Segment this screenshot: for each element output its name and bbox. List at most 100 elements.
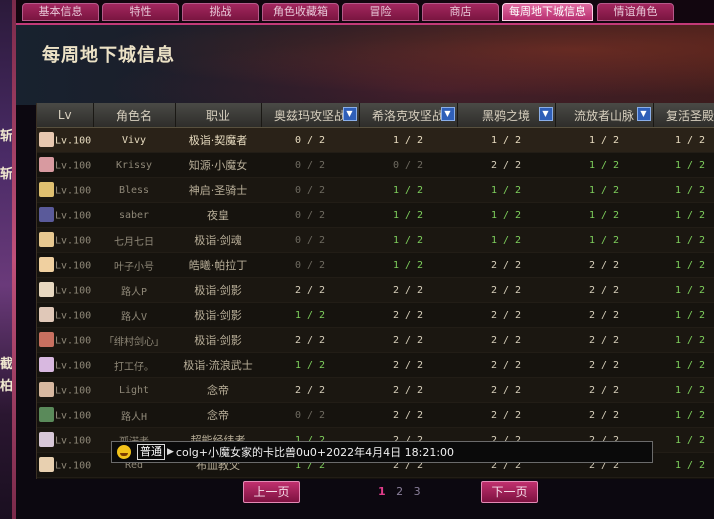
cell-level: Lv.100 [37, 427, 93, 453]
level-text: Lv.100 [55, 160, 92, 171]
column-header-sirocco[interactable]: 希洛克攻坚战 ▼ [359, 103, 458, 128]
cell-character-name: 路人H [93, 402, 175, 428]
cell-character-name: Krissy [93, 152, 175, 178]
triangle-right-icon: ▶ [167, 447, 174, 457]
table-row[interactable]: Lv.100 路人P 极诣·剑影 2 / 22 / 22 / 22 / 21 / 2 [37, 277, 714, 303]
cell-black-crow: 2 / 2 [457, 302, 555, 328]
page-header: 每周地下城信息 [16, 25, 714, 105]
cell-exile-mountains: 1 / 2 [555, 152, 653, 178]
table-row[interactable]: Lv.100 路人V 极诣·剑影 1 / 22 / 22 / 22 / 21 / 2 [37, 302, 714, 328]
table-row[interactable]: Lv.100 叶子小号 皓曦·帕拉丁 0 / 21 / 22 / 22 / 21 / … [37, 252, 714, 278]
tab-adventure[interactable]: 冒险 [342, 3, 419, 21]
level-text: Lv.100 [55, 460, 92, 471]
level-text: Lv.100 [55, 310, 92, 321]
dropdown-arrow-icon[interactable]: ▼ [636, 107, 651, 121]
cell-job: 念帝 [175, 402, 261, 428]
cell-black-crow: 2 / 2 [457, 377, 555, 403]
column-header-name: 角色名 [93, 103, 176, 128]
page-title: 每周地下城信息 [42, 45, 175, 66]
tab-traits[interactable]: 特性 [102, 3, 179, 21]
page-number[interactable]: 1 [378, 485, 386, 498]
table-row[interactable]: Lv.100 saber 夜皇 0 / 21 / 21 / 21 / 21 / 2 [37, 202, 714, 228]
level-text: Lv.100 [55, 410, 92, 421]
table-row[interactable]: Lv.100 Light 念帝 2 / 22 / 22 / 22 / 21 / 2 [37, 377, 714, 403]
dropdown-arrow-icon[interactable]: ▼ [342, 107, 357, 121]
dropdown-arrow-icon[interactable]: ▼ [538, 107, 553, 121]
cell-ozma: 2 / 2 [261, 377, 359, 403]
cell-character-name: 叶子小号 [93, 252, 175, 278]
cell-character-name: 路人P [93, 277, 175, 303]
level-text: Lv.100 [55, 335, 92, 346]
cell-resurrection-temple: 1 / 2 [653, 352, 714, 378]
chat-channel-badge[interactable]: 普通 [137, 444, 165, 460]
cell-ozma: 0 / 2 [261, 202, 359, 228]
tab-bond-characters[interactable]: 情谊角色 [597, 3, 674, 21]
cell-level: Lv.100 [37, 277, 93, 303]
cell-black-crow: 2 / 2 [457, 252, 555, 278]
level-text: Lv.100 [55, 435, 92, 446]
cell-exile-mountains: 2 / 2 [555, 352, 653, 378]
page-number[interactable]: 3 [414, 485, 421, 498]
level-text: Lv.100 [55, 260, 92, 271]
tab-challenge[interactable]: 挑战 [182, 3, 259, 21]
cell-black-crow: 2 / 2 [457, 277, 555, 303]
prev-page-button[interactable]: 上一页 [243, 481, 300, 503]
character-avatar-icon [39, 406, 54, 422]
dropdown-arrow-icon[interactable]: ▼ [440, 107, 455, 121]
table-row[interactable]: Lv.100 七月七日 极诣·剑魂 0 / 21 / 21 / 21 / 21 / 2 [37, 227, 714, 253]
cell-character-name: Vivy [93, 127, 175, 153]
cell-job: 极诣·契魔者 [175, 127, 261, 153]
tab-character-collection[interactable]: 角色收藏箱 [262, 3, 339, 21]
column-header-black-crow[interactable]: 黑鸦之境 ▼ [457, 103, 556, 128]
cell-resurrection-temple: 1 / 2 [653, 277, 714, 303]
table-body: Lv.100 Vivy 极诣·契魔者 0 / 21 / 21 / 21 / 21 / … [37, 127, 714, 478]
cell-character-name: 七月七日 [93, 227, 175, 253]
character-avatar-icon [39, 181, 54, 197]
cell-black-crow: 2 / 2 [457, 402, 555, 428]
table-row[interactable]: Lv.100 路人H 念帝 0 / 22 / 22 / 22 / 21 / 2 [37, 402, 714, 428]
cell-exile-mountains: 1 / 2 [555, 202, 653, 228]
tab-shop[interactable]: 商店 [422, 3, 499, 21]
table-row[interactable]: Lv.100 「绯村剑心」 极诣·剑影 2 / 22 / 22 / 22 / 21 /… [37, 327, 714, 353]
cell-level: Lv.100 [37, 127, 93, 153]
level-text: Lv.100 [55, 135, 92, 146]
cell-ozma: 0 / 2 [261, 252, 359, 278]
character-avatar-icon [39, 231, 54, 247]
level-text: Lv.100 [55, 285, 92, 296]
cell-resurrection-temple: 1 / 2 [653, 177, 714, 203]
character-avatar-icon [39, 356, 54, 372]
character-avatar-icon [39, 281, 54, 297]
cell-ozma: 0 / 2 [261, 402, 359, 428]
chat-message-bar: 普通 ▶ colg+小魔女家的卡比兽0u0+2022年4月4日 18:21:00 [111, 441, 653, 463]
tab-basic-info[interactable]: 基本信息 [22, 3, 99, 21]
character-avatar-icon [39, 456, 54, 472]
cell-resurrection-temple: 1 / 2 [653, 127, 714, 153]
cell-character-name: Light [93, 377, 175, 403]
character-avatar-icon [39, 206, 54, 222]
table-row[interactable]: Lv.100 打工仔。 极诣·流浪武士 1 / 22 / 22 / 22 / 21 /… [37, 352, 714, 378]
cell-sirocco: 2 / 2 [359, 327, 457, 353]
column-header-ozma[interactable]: 奥兹玛攻坚战 ▼ [261, 103, 360, 128]
table-row[interactable]: Lv.100 Vivy 极诣·契魔者 0 / 21 / 21 / 21 / 21 / … [37, 127, 714, 153]
column-header-exile-mountains[interactable]: 流放者山脉 ▼ [555, 103, 654, 128]
cell-exile-mountains: 2 / 2 [555, 252, 653, 278]
cell-black-crow: 2 / 2 [457, 152, 555, 178]
tab-weekly-dungeon-info[interactable]: 每周地下城信息 [502, 3, 593, 21]
cell-level: Lv.100 [37, 352, 93, 378]
cell-sirocco: 2 / 2 [359, 377, 457, 403]
cell-character-name: 路人V [93, 302, 175, 328]
cell-level: Lv.100 [37, 177, 93, 203]
cell-resurrection-temple: 1 / 2 [653, 302, 714, 328]
table-row[interactable]: Lv.100 Bless 神启·圣骑士 0 / 21 / 21 / 21 / 21 /… [37, 177, 714, 203]
cell-sirocco: 0 / 2 [359, 152, 457, 178]
cell-ozma: 0 / 2 [261, 152, 359, 178]
table-row[interactable]: Lv.100 Krissy 知源·小魔女 0 / 20 / 22 / 21 / 21 … [37, 152, 714, 178]
cell-sirocco: 2 / 2 [359, 402, 457, 428]
cell-job: 神启·圣骑士 [175, 177, 261, 203]
cell-black-crow: 1 / 2 [457, 202, 555, 228]
level-text: Lv.100 [55, 185, 92, 196]
page-number[interactable]: 2 [396, 485, 403, 498]
cell-job: 极诣·剑影 [175, 302, 261, 328]
next-page-button[interactable]: 下一页 [481, 481, 538, 503]
cell-level: Lv.100 [37, 402, 93, 428]
